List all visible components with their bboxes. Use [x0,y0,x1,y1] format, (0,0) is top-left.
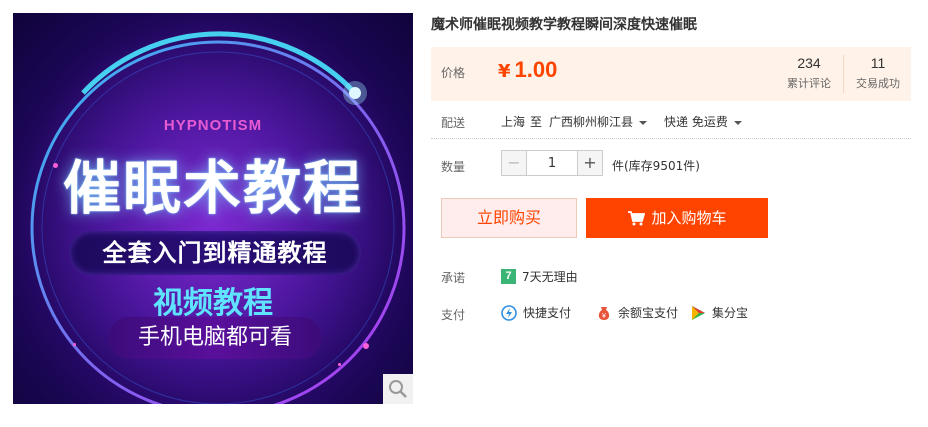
sales-label: 交易成功 [856,77,900,90]
caret-down-icon [639,120,648,125]
payment-label: 支付 [441,308,466,322]
price-label: 价格 [441,66,466,80]
ship-from: 上海 [501,115,526,129]
destination-value: 广西柳州柳江县 [549,115,634,129]
pay-method-label: 余额宝支付 [618,306,679,320]
pay-method-label: 集分宝 [712,306,749,320]
divider [431,138,911,139]
reviews-stat[interactable]: 234 累计评论 [781,55,837,91]
sales-stat: 11 交易成功 [848,55,908,91]
quantity-input[interactable] [527,150,577,176]
zoom-button[interactable] [383,374,413,404]
decrease-button[interactable]: − [501,150,527,176]
promise-text: 7天无理由 [522,270,578,284]
image-video-label: 视频教程 [153,286,273,321]
pay-method-jifenbao[interactable]: 集分宝 [690,304,748,321]
shipping-label: 配送 [441,116,466,130]
price-value: ¥1.00 [498,57,557,83]
image-devices: 手机电脑都可看 [108,317,322,359]
pay-method-yuebao[interactable]: ¥ 余额宝支付 [596,304,678,321]
sales-count: 11 [870,55,886,71]
quickpay-icon [501,304,517,321]
jifenbao-icon [692,305,705,320]
seven-day-icon: 7 [501,269,516,284]
destination-select[interactable]: 广西柳州柳江县 [549,113,648,130]
sparkle [338,363,341,366]
add-to-cart-button[interactable]: 加入购物车 [586,198,768,238]
yuebao-icon: ¥ [598,306,610,320]
magnify-icon [389,380,407,398]
quantity-label: 数量 [441,160,466,174]
price-number: 1.00 [514,57,558,82]
sparkle [73,343,76,346]
buy-now-button[interactable]: 立即购买 [441,198,577,238]
reviews-count: 234 [797,55,821,71]
ship-to-word: 至 [530,115,543,129]
promise-item[interactable]: 7 7天无理由 [501,268,578,285]
pay-method-quickpay[interactable]: 快捷支付 [501,304,571,321]
quantity-stepper: − + [501,150,603,176]
pay-method-label: 快捷支付 [523,306,572,320]
reviews-label: 累计评论 [787,77,831,90]
product-image[interactable]: HYPNOTISM 催眠术教程 全套入门到精通教程 视频教程 手机电脑都可看 [13,13,413,404]
svg-text:¥: ¥ [602,313,606,320]
cart-icon [628,211,646,226]
stat-divider [843,55,844,93]
shipping-method-value: 快递 免运费 [664,115,728,129]
shipping-method-select[interactable]: 快递 免运费 [664,113,742,130]
currency-symbol: ¥ [498,61,511,82]
caret-down-icon [733,120,742,125]
promise-label: 承诺 [441,271,466,285]
price-panel: 价格 ¥1.00 234 累计评论 11 交易成功 [431,47,911,101]
image-en-title: HYPNOTISM [163,117,263,134]
sparkle [363,343,369,349]
image-subtitle: 全套入门到精通教程 [69,231,361,275]
image-main-title: 催眠术教程 [62,154,363,222]
add-to-cart-label: 加入购物车 [651,209,727,227]
stock-info: 件(库存9501件) [612,159,700,173]
increase-button[interactable]: + [577,150,603,176]
product-title: 魔术师催眠视频教学教程瞬间深度快速催眠 [431,17,697,33]
